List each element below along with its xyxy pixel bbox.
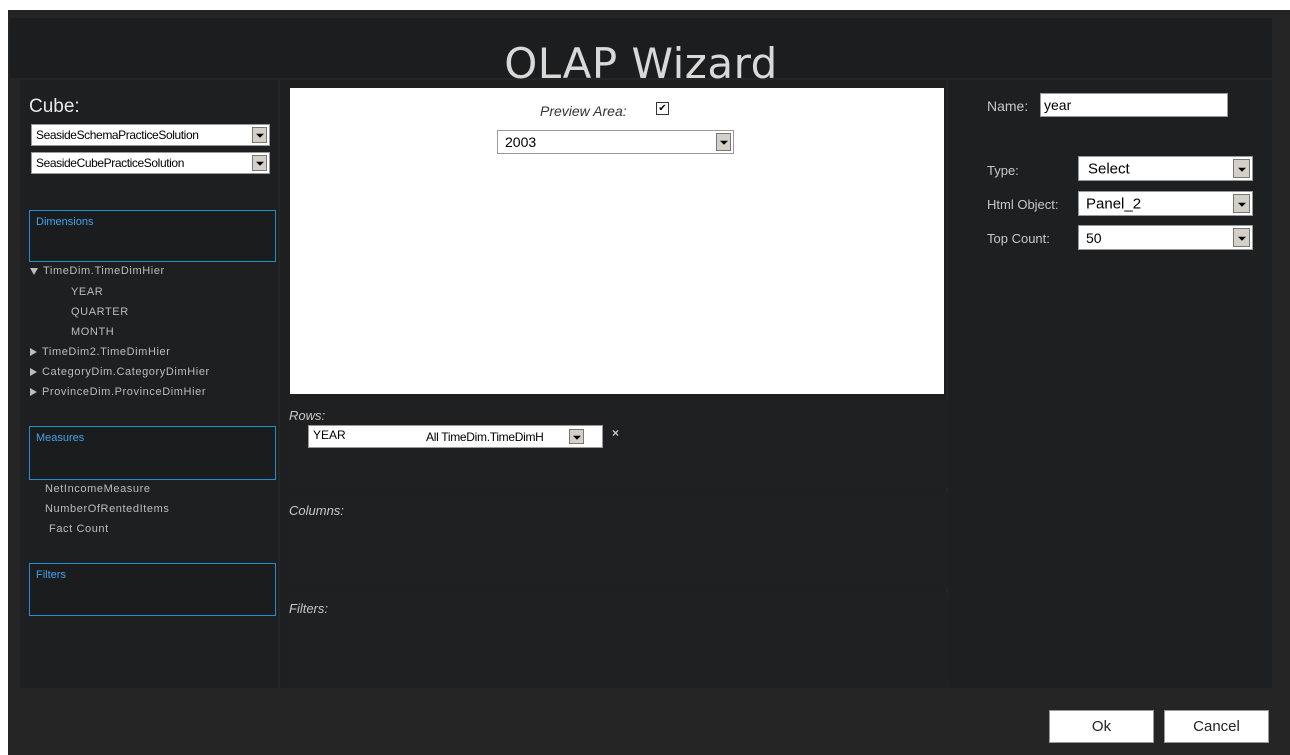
row-hierarchy-select[interactable]: All TimeDim.TimeDimH (424, 427, 586, 446)
rows-label: Rows: (289, 408, 326, 423)
measures-label: Measures (36, 432, 85, 444)
expand-down-icon[interactable] (30, 267, 38, 275)
preview-checkbox[interactable]: ✔ (656, 102, 669, 115)
tree-level-year[interactable]: YEAR (71, 286, 103, 298)
tree-node-timedim[interactable]: TimeDim.TimeDimHier (30, 265, 165, 277)
dimensions-dropzone[interactable]: Dimensions (29, 210, 276, 262)
chevron-down-icon[interactable] (1233, 228, 1250, 247)
schema-select[interactable]: SeasideSchemaPracticeSolution (31, 124, 270, 146)
tree-node-timedim2[interactable]: TimeDim2.TimeDimHier (30, 346, 171, 358)
preview-area-label: Preview Area: (540, 103, 627, 119)
cube-select[interactable]: SeasideCubePracticeSolution (31, 152, 270, 174)
preview-select-value: 2003 (505, 134, 537, 150)
chevron-down-icon[interactable] (569, 429, 584, 444)
schema-select-value: SeasideSchemaPracticeSolution (36, 128, 199, 142)
tree-level-month[interactable]: MONTH (71, 326, 114, 338)
preview-year-select[interactable]: 2003 (497, 130, 734, 154)
expand-right-icon[interactable] (30, 388, 37, 397)
measure-item[interactable]: NumberOfRentedItems (45, 503, 170, 515)
chevron-down-icon[interactable] (252, 155, 267, 171)
tree-level-quarter[interactable]: QUARTER (71, 306, 129, 318)
tree-node-label: CategoryDim.CategoryDimHier (42, 366, 210, 378)
dimensions-label: Dimensions (36, 216, 94, 228)
columns-label: Columns: (289, 503, 344, 518)
expand-right-icon[interactable] (30, 348, 37, 357)
measure-item[interactable]: NetIncomeMeasure (45, 483, 151, 495)
tree-node-categorydim[interactable]: CategoryDim.CategoryDimHier (30, 366, 210, 378)
top-count-select-value: 50 (1086, 229, 1102, 246)
html-object-select[interactable]: Panel_2 (1078, 191, 1253, 216)
tree-node-label: ProvinceDim.ProvinceDimHier (42, 386, 207, 398)
name-label: Name: (987, 98, 1029, 114)
cube-select-value: SeasideCubePracticeSolution (36, 156, 184, 170)
cube-label: Cube: (29, 96, 80, 117)
html-object-label: Html Object: (987, 197, 1059, 212)
row-hierarchy-value: All TimeDim.TimeDimH (426, 429, 544, 444)
name-field[interactable]: year (1040, 93, 1228, 117)
chevron-down-icon[interactable] (1233, 159, 1250, 178)
filters-box-label: Filters (36, 569, 66, 581)
chevron-down-icon[interactable] (252, 127, 267, 143)
filters-area[interactable] (287, 593, 949, 687)
type-label: Type: (987, 163, 1019, 178)
measures-dropzone[interactable]: Measures (29, 426, 276, 480)
filters-label: Filters: (289, 601, 328, 616)
expand-right-icon[interactable] (30, 368, 37, 377)
filters-dropzone[interactable]: Filters (29, 563, 276, 616)
cancel-button[interactable]: Cancel (1164, 710, 1269, 743)
top-count-label: Top Count: (987, 231, 1050, 246)
row-field[interactable]: YEAR All TimeDim.TimeDimH (308, 425, 603, 448)
chevron-down-icon[interactable] (1233, 194, 1250, 213)
tree-level-label: QUARTER (71, 306, 129, 318)
type-select-value: Select (1088, 160, 1130, 177)
measure-item[interactable]: Fact Count (49, 523, 109, 535)
type-select[interactable]: Select (1078, 156, 1253, 181)
tree-node-label: TimeDim.TimeDimHier (43, 265, 165, 277)
tree-node-provincedim[interactable]: ProvinceDim.ProvinceDimHier (30, 386, 206, 398)
title-bar: OLAP Wizard (10, 18, 1272, 88)
tree-level-label: MONTH (71, 326, 115, 338)
tree-node-label: TimeDim2.TimeDimHier (42, 346, 171, 358)
chevron-down-icon[interactable] (716, 133, 731, 151)
ok-button[interactable]: Ok (1049, 710, 1154, 743)
columns-area[interactable] (287, 494, 949, 588)
top-count-select[interactable]: 50 (1078, 225, 1253, 250)
row-field-name: YEAR (313, 428, 346, 442)
tree-level-label: YEAR (71, 286, 104, 298)
html-object-select-value: Panel_2 (1086, 195, 1142, 212)
close-icon[interactable]: × (612, 426, 619, 440)
